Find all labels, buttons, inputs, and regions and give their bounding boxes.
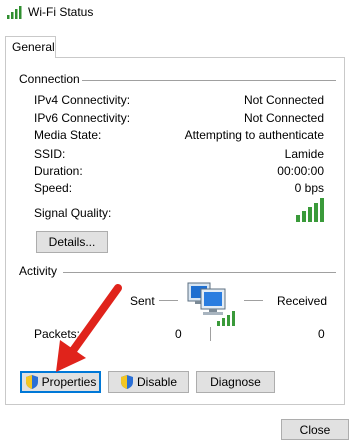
ipv4-value: Not Connected — [243, 93, 324, 107]
disable-button[interactable]: Disable — [108, 371, 189, 393]
duration-label: Duration: — [34, 164, 83, 178]
wifi-signal-icon — [7, 6, 22, 19]
properties-button[interactable]: Properties — [20, 371, 101, 393]
packets-separator — [210, 327, 211, 341]
uac-shield-icon — [120, 375, 133, 389]
diagnose-button[interactable]: Diagnose — [196, 371, 275, 393]
connection-section-title: Connection — [19, 72, 80, 86]
details-button[interactable]: Details... — [36, 231, 108, 253]
activity-section-title: Activity — [19, 264, 58, 278]
close-button[interactable]: Close — [281, 419, 349, 440]
activity-divider — [63, 272, 336, 273]
ssid-value: Lamide — [284, 147, 324, 161]
packets-received-value: 0 — [318, 327, 325, 341]
annotation-arrow — [56, 284, 122, 372]
ipv6-value: Not Connected — [243, 111, 324, 125]
window-title: Wi-Fi Status — [28, 5, 94, 19]
uac-shield-icon — [25, 375, 38, 389]
received-line — [244, 300, 263, 301]
connection-divider — [82, 80, 336, 81]
duration-value: 00:00:00 — [277, 164, 324, 178]
packets-sent-value: 0 — [175, 327, 182, 341]
sent-label: Sent — [130, 294, 155, 308]
speed-value: 0 bps — [294, 181, 324, 195]
received-label: Received — [277, 294, 328, 308]
disable-button-label: Disable — [136, 375, 178, 389]
signal-quality-label: Signal Quality: — [34, 206, 112, 220]
speed-label: Speed: — [34, 181, 73, 195]
ssid-label: SSID: — [34, 147, 66, 161]
media-state-label: Media State: — [34, 128, 102, 142]
properties-button-label: Properties — [41, 375, 97, 389]
media-state-value: Attempting to authenticate — [184, 128, 324, 142]
tab-general-label[interactable]: General — [12, 40, 55, 54]
ipv6-label: IPv6 Connectivity: — [34, 111, 131, 125]
sent-line — [159, 300, 178, 301]
ipv4-label: IPv4 Connectivity: — [34, 93, 131, 107]
signal-quality-icon — [296, 198, 324, 222]
network-computers-icon — [187, 282, 235, 326]
